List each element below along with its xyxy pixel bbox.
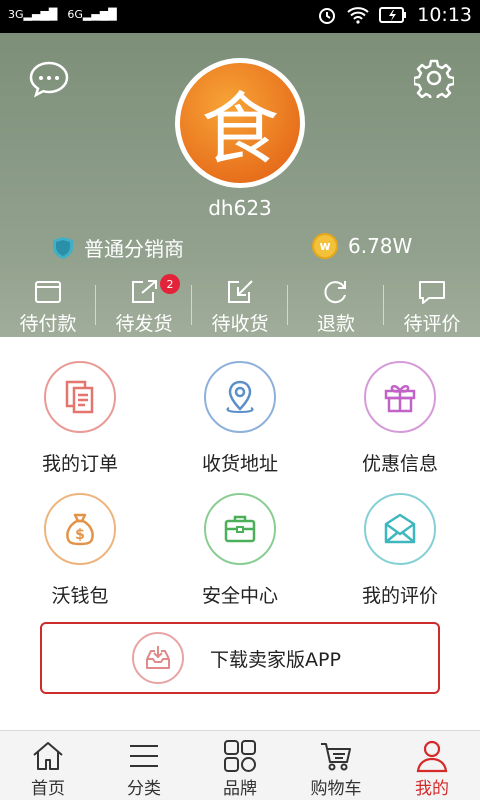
menu-icon bbox=[130, 745, 158, 767]
username: dh623 bbox=[208, 196, 272, 220]
tab-cart[interactable]: 购物车 bbox=[288, 731, 384, 800]
gift-icon bbox=[384, 385, 416, 413]
grid-label: 我的评价 bbox=[361, 585, 438, 607]
order-item-label: 退款 bbox=[316, 313, 355, 335]
grid-label: 收货地址 bbox=[201, 453, 278, 475]
battery-icon bbox=[379, 7, 407, 23]
tab-label: 分类 bbox=[127, 779, 161, 799]
grid-icon-circle: $ bbox=[44, 493, 116, 565]
cart-icon bbox=[321, 743, 351, 771]
order-item-label: 待收货 bbox=[211, 313, 269, 335]
grid-item-my-reviews[interactable]: 我的评价 bbox=[320, 485, 480, 617]
grid-icon-circle bbox=[364, 361, 436, 433]
sim1-signal: 3G▂▄▆█ bbox=[8, 8, 58, 21]
ship-icon bbox=[132, 280, 157, 303]
download-icon-circle bbox=[132, 632, 184, 684]
briefcase-icon bbox=[224, 515, 256, 543]
notification-badge: 2 bbox=[160, 274, 180, 294]
grid-icon-circle bbox=[204, 493, 276, 565]
order-item-to-receive[interactable]: 待收货 bbox=[192, 273, 288, 337]
tab-label: 首页 bbox=[31, 779, 65, 799]
signal-indicators: 3G▂▄▆█ 6G▂▄▆█ bbox=[8, 8, 117, 21]
order-item-refund[interactable]: 退款 bbox=[288, 273, 384, 337]
tab-label: 购物车 bbox=[310, 779, 362, 799]
refund-icon bbox=[324, 281, 346, 304]
coin-icon: w bbox=[312, 233, 338, 259]
grid-label: 安全中心 bbox=[201, 585, 278, 607]
tab-label: 品牌 bbox=[223, 779, 257, 799]
user-icon bbox=[416, 740, 448, 773]
svg-text:$: $ bbox=[75, 527, 85, 543]
location-icon bbox=[226, 380, 254, 414]
settings-button[interactable] bbox=[412, 58, 456, 103]
grid-icon-circle bbox=[364, 493, 436, 565]
clock: 10:13 bbox=[417, 4, 472, 26]
role-label: 普通分销商 bbox=[84, 237, 184, 261]
member-level: 普通分销商 bbox=[50, 233, 184, 262]
grid-icon-circle bbox=[204, 361, 276, 433]
avatar[interactable]: 食 bbox=[175, 58, 305, 188]
order-item-unpaid[interactable]: 待付款 bbox=[0, 273, 96, 337]
order-item-label: 待发货 bbox=[115, 313, 173, 335]
order-item-label: 待评价 bbox=[403, 313, 461, 335]
home-icon bbox=[33, 742, 63, 770]
grid-label: 优惠信息 bbox=[361, 453, 438, 475]
coin-amount: 6.78W bbox=[348, 234, 413, 258]
avatar-char: 食 bbox=[200, 85, 279, 175]
bottom-tab-bar: 首页 分类 品牌 购物车 我的 bbox=[0, 730, 480, 800]
order-item-to-ship[interactable]: 2 待发货 bbox=[96, 273, 192, 337]
coin-symbol: w bbox=[319, 239, 331, 253]
wallet-icon bbox=[35, 281, 61, 303]
download-tray-icon bbox=[146, 646, 170, 669]
download-label: 下载卖家版APP bbox=[210, 648, 341, 671]
tab-label: 我的 bbox=[415, 779, 449, 799]
shield-icon bbox=[53, 236, 73, 259]
message-button[interactable] bbox=[28, 58, 70, 100]
avatar-logo: 食 bbox=[180, 63, 300, 183]
profile-header: 食 dh623 普通分销商 w 6.78W 待付款 2 待发货 待收货 退款 待… bbox=[0, 33, 480, 337]
grid-label: 我的订单 bbox=[41, 453, 118, 475]
grid-item-promotions[interactable]: 优惠信息 bbox=[320, 353, 480, 485]
grid-item-security[interactable]: 安全中心 bbox=[160, 485, 320, 617]
grid-item-wallet[interactable]: $ 沃钱包 bbox=[0, 485, 160, 617]
tab-categories[interactable]: 分类 bbox=[96, 731, 192, 800]
grid-row: $ 沃钱包 安全中心 我的评价 bbox=[0, 485, 480, 617]
chat-bubble-icon bbox=[29, 61, 69, 98]
receive-icon bbox=[228, 280, 253, 303]
gear-icon bbox=[412, 59, 456, 103]
grid-row: 我的订单 收货地址 优惠信息 bbox=[0, 353, 480, 485]
wifi-icon bbox=[347, 7, 369, 24]
tab-home[interactable]: 首页 bbox=[0, 731, 96, 800]
envelope-icon bbox=[384, 513, 416, 544]
grid-icon-circle bbox=[44, 361, 116, 433]
money-bag-icon: $ bbox=[66, 513, 94, 546]
alarm-icon bbox=[319, 8, 336, 24]
document-icon bbox=[65, 380, 94, 414]
grid-item-address[interactable]: 收货地址 bbox=[160, 353, 320, 485]
order-item-label: 待付款 bbox=[19, 313, 77, 335]
status-bar: 3G▂▄▆█ 6G▂▄▆█ 10:13 bbox=[0, 0, 480, 33]
grid-label: 沃钱包 bbox=[51, 585, 109, 607]
grid-item-my-orders[interactable]: 我的订单 bbox=[0, 353, 160, 485]
order-status-bar: 待付款 2 待发货 待收货 退款 待评价 bbox=[0, 273, 480, 337]
feature-grid: 我的订单 收货地址 优惠信息 $ 沃钱包 安全中心 我的评价 bbox=[0, 353, 480, 617]
tab-brands[interactable]: 品牌 bbox=[192, 731, 288, 800]
comment-icon bbox=[419, 281, 445, 304]
coin-balance[interactable]: w 6.78W bbox=[312, 233, 412, 259]
sim2-signal: 6G▂▄▆█ bbox=[67, 8, 117, 21]
order-item-to-review[interactable]: 待评价 bbox=[384, 273, 480, 337]
brand-icon bbox=[224, 740, 256, 772]
download-seller-app-button[interactable]: 下载卖家版APP bbox=[40, 622, 440, 694]
tab-me[interactable]: 我的 bbox=[384, 731, 480, 800]
